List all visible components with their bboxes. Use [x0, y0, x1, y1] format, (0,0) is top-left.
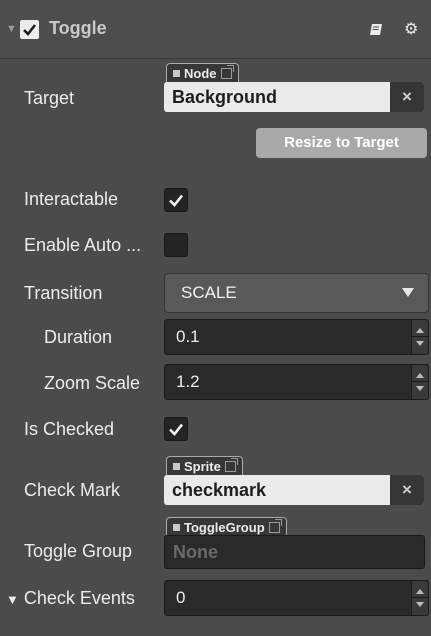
target-label: Target — [24, 88, 75, 108]
duration-stepper[interactable] — [411, 320, 428, 354]
check-mark-field[interactable]: checkmark × — [164, 475, 424, 505]
check-events-stepper[interactable] — [411, 581, 428, 615]
decrement-arrow-icon[interactable] — [416, 341, 424, 346]
open-external-icon — [224, 458, 238, 472]
duration-label: Duration — [44, 327, 113, 347]
collapse-arrow-icon[interactable]: ▼ — [6, 23, 17, 35]
expand-arrow-icon[interactable]: ▼ — [6, 592, 19, 607]
zoom-scale-value: 1.2 — [176, 372, 200, 391]
increment-arrow-icon[interactable] — [416, 328, 424, 333]
check-events-value: 0 — [176, 588, 186, 607]
enable-auto-label: Enable Auto ... — [24, 235, 142, 255]
is-checked-label: Is Checked — [24, 419, 115, 439]
target-type-tag[interactable]: Node — [166, 63, 239, 83]
check-mark-type-text: Sprite — [184, 459, 221, 474]
gear-icon[interactable]: ⚙ — [404, 22, 418, 38]
transition-label: Transition — [24, 283, 103, 303]
zoom-scale-stepper[interactable] — [411, 365, 428, 399]
interactable-checkbox[interactable] — [164, 188, 188, 212]
increment-arrow-icon[interactable] — [416, 373, 424, 378]
target-value: Background — [172, 87, 278, 107]
open-external-icon — [268, 519, 282, 533]
target-field[interactable]: Background × — [164, 82, 424, 112]
zoom-scale-label: Zoom Scale — [44, 373, 141, 393]
resize-to-target-button[interactable]: Resize to Target — [256, 128, 427, 158]
check-events-label[interactable]: ▼ Check Events — [6, 588, 135, 609]
check-mark-type-tag[interactable]: Sprite — [166, 456, 243, 476]
checkmark-icon — [169, 423, 184, 436]
chevron-down-icon — [402, 288, 414, 297]
transition-value: SCALE — [181, 283, 237, 302]
stepper-divider — [412, 597, 428, 598]
toggle-group-type-tag[interactable]: ToggleGroup — [166, 517, 287, 537]
duration-value: 0.1 — [176, 327, 200, 346]
checkmark-icon — [23, 24, 37, 36]
book-icon[interactable] — [369, 23, 383, 41]
duration-input[interactable]: 0.1 — [164, 319, 429, 355]
zoom-scale-input[interactable]: 1.2 — [164, 364, 429, 400]
check-mark-value: checkmark — [172, 480, 267, 500]
stepper-divider — [412, 336, 428, 337]
toggle-group-label: Toggle Group — [24, 541, 133, 561]
open-external-icon — [220, 65, 234, 79]
component-title: Toggle — [49, 18, 107, 38]
check-mark-label: Check Mark — [24, 480, 121, 500]
decrement-arrow-icon[interactable] — [416, 386, 424, 391]
transition-select[interactable]: SCALE — [164, 273, 429, 313]
enable-auto-checkbox[interactable] — [164, 233, 188, 257]
check-mark-clear-button[interactable]: × — [390, 475, 424, 505]
stepper-divider — [412, 381, 428, 382]
increment-arrow-icon[interactable] — [416, 589, 424, 594]
checkmark-icon — [169, 194, 184, 207]
target-type-text: Node — [184, 66, 217, 81]
component-enable-checkbox[interactable] — [20, 20, 39, 39]
toggle-group-type-text: ToggleGroup — [184, 520, 265, 535]
toggle-group-field[interactable]: None — [164, 535, 425, 569]
check-events-label-text: Check Events — [23, 588, 135, 608]
toggle-group-value: None — [173, 542, 218, 562]
decrement-arrow-icon[interactable] — [416, 602, 424, 607]
check-events-count-input[interactable]: 0 — [164, 580, 429, 616]
component-header: ▼ Toggle ⚙ — [0, 0, 431, 59]
is-checked-checkbox[interactable] — [164, 417, 188, 441]
interactable-label: Interactable — [24, 189, 119, 209]
target-clear-button[interactable]: × — [390, 82, 424, 112]
